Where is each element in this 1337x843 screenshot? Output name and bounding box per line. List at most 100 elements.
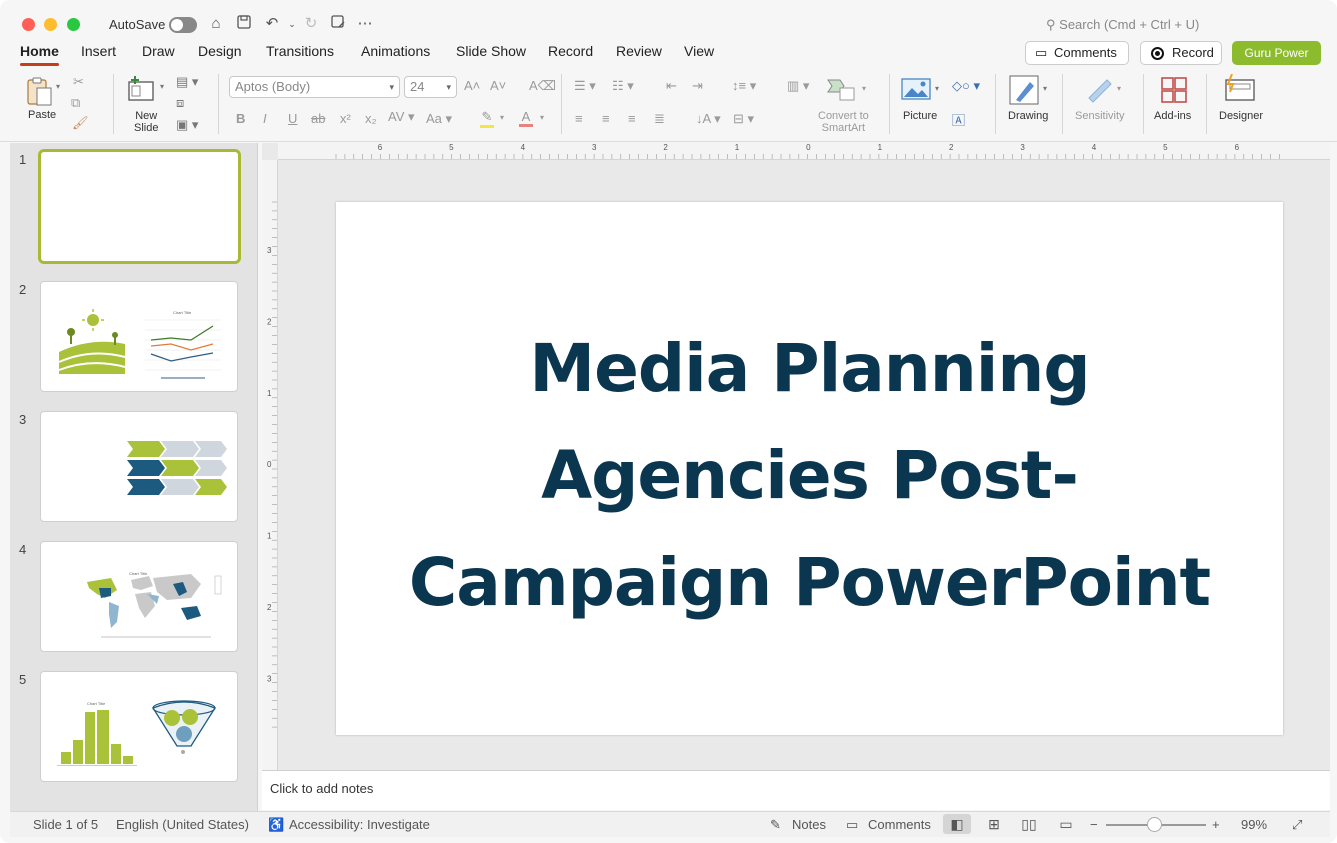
italic-icon[interactable]: I bbox=[263, 111, 267, 126]
numbering-icon[interactable]: ☷ ▾ bbox=[612, 78, 634, 94]
layout-icon[interactable]: ▤ ▾ bbox=[176, 74, 198, 90]
underline-icon[interactable]: U bbox=[288, 111, 297, 126]
current-slide-canvas[interactable]: Media Planning Agencies Post- Campaign P… bbox=[336, 202, 1283, 735]
font-color-chevron-icon[interactable]: ▾ bbox=[540, 113, 544, 122]
slide-title[interactable]: Media Planning Agencies Post- Campaign P… bbox=[336, 315, 1283, 636]
cut-icon[interactable]: ✂ bbox=[73, 74, 84, 90]
decrease-font-size-icon[interactable]: A˅ bbox=[490, 78, 506, 93]
redo-icon[interactable]: ↻ bbox=[301, 14, 321, 34]
tab-review[interactable]: Review bbox=[616, 43, 662, 59]
tab-view[interactable]: View bbox=[684, 43, 714, 59]
close-window-button[interactable] bbox=[22, 18, 35, 31]
slide-show-view-icon[interactable]: ▭ bbox=[1052, 814, 1080, 834]
copy-icon[interactable]: ⧉ bbox=[71, 95, 80, 111]
comments-icon[interactable]: ▭ bbox=[846, 817, 858, 833]
new-slide-chevron-icon[interactable]: ▾ bbox=[160, 82, 164, 91]
increase-indent-icon[interactable]: ⇥ bbox=[692, 78, 703, 94]
designer-icon[interactable] bbox=[1224, 73, 1256, 106]
picture-icon[interactable] bbox=[900, 76, 932, 104]
undo-dropdown-chevron-icon[interactable]: ⌄ bbox=[282, 14, 302, 34]
highlight-chevron-icon[interactable]: ▾ bbox=[500, 113, 504, 122]
comments-button[interactable]: ▭ Comments bbox=[1025, 41, 1129, 65]
subscript-icon[interactable]: x₂ bbox=[365, 111, 377, 126]
font-size-select[interactable]: 24 ▾ bbox=[404, 76, 457, 98]
slide-thumbnail-2[interactable]: Chart Title bbox=[40, 281, 238, 392]
zoom-in-icon[interactable]: + bbox=[1212, 817, 1220, 832]
autosave-toggle[interactable] bbox=[169, 17, 197, 33]
change-case-icon[interactable]: Aa ▾ bbox=[426, 111, 452, 127]
picture-chevron-icon[interactable]: ▾ bbox=[935, 84, 939, 93]
character-spacing-icon[interactable]: AV ▾ bbox=[388, 109, 415, 125]
guru-power-button[interactable]: Guru Power bbox=[1232, 41, 1321, 65]
superscript-icon[interactable]: x² bbox=[340, 111, 351, 126]
comments-toggle-label[interactable]: Comments bbox=[868, 817, 931, 832]
text-box-icon[interactable]: 🄰 bbox=[952, 110, 965, 129]
tab-transitions[interactable]: Transitions bbox=[266, 43, 334, 59]
minimize-window-button[interactable] bbox=[44, 18, 57, 31]
zoom-out-icon[interactable]: − bbox=[1090, 817, 1098, 832]
align-text-icon[interactable]: ⊟ ▾ bbox=[733, 111, 754, 127]
slide-thumbnail-5[interactable]: Chart Title bbox=[40, 671, 238, 782]
align-right-icon[interactable]: ≡ bbox=[628, 111, 636, 126]
save-icon[interactable] bbox=[234, 14, 254, 34]
columns-icon[interactable]: ▥ ▾ bbox=[787, 78, 809, 94]
text-direction-icon[interactable]: ↓A ▾ bbox=[696, 111, 721, 127]
font-color-icon[interactable]: A bbox=[519, 109, 533, 127]
accessibility-icon[interactable]: ♿ bbox=[268, 817, 284, 833]
paste-icon[interactable] bbox=[24, 76, 56, 108]
fit-to-window-icon[interactable]: ⤢ bbox=[1292, 817, 1302, 833]
strikethrough-icon[interactable]: ab bbox=[311, 111, 325, 126]
tab-animations[interactable]: Animations bbox=[361, 43, 430, 59]
shapes-icon[interactable]: ◇○ ▾ bbox=[952, 78, 980, 94]
bold-icon[interactable]: B bbox=[236, 111, 245, 126]
tab-insert[interactable]: Insert bbox=[81, 43, 116, 59]
zoom-slider-handle[interactable] bbox=[1147, 817, 1162, 832]
tab-slide-show[interactable]: Slide Show bbox=[456, 43, 526, 59]
search-box[interactable]: ⚲ Search (Cmd + Ctrl + U) bbox=[1046, 17, 1199, 33]
language-indicator[interactable]: English (United States) bbox=[116, 817, 249, 832]
increase-font-size-icon[interactable]: A˄ bbox=[464, 78, 480, 93]
notes-toggle-label[interactable]: Notes bbox=[792, 817, 826, 832]
slide-thumbnail-1[interactable] bbox=[38, 149, 241, 264]
section-icon[interactable]: ▣ ▾ bbox=[176, 117, 198, 133]
notes-icon[interactable]: ✎ bbox=[770, 817, 781, 833]
tab-home[interactable]: Home bbox=[20, 43, 59, 66]
align-center-icon[interactable]: ≡ bbox=[602, 111, 610, 126]
clear-formatting-icon[interactable]: A⌫ bbox=[529, 78, 556, 94]
normal-view-icon[interactable]: ◧ bbox=[943, 814, 971, 834]
record-button[interactable]: Record bbox=[1140, 41, 1222, 65]
slide-thumbnail-4[interactable]: Chart Title bbox=[40, 541, 238, 652]
tab-design[interactable]: Design bbox=[198, 43, 242, 59]
reset-slide-icon[interactable]: ⧈ bbox=[176, 95, 184, 111]
zoom-level[interactable]: 99% bbox=[1241, 817, 1267, 832]
align-left-icon[interactable]: ≡ bbox=[575, 111, 583, 126]
more-options-icon[interactable]: ⋯ bbox=[355, 14, 375, 34]
tab-record[interactable]: Record bbox=[548, 43, 593, 59]
notes-pane[interactable]: Click to add notes bbox=[262, 770, 1330, 810]
home-icon[interactable]: ⌂ bbox=[206, 14, 226, 34]
decrease-indent-icon[interactable]: ⇤ bbox=[666, 78, 677, 94]
bullets-icon[interactable]: ☰ ▾ bbox=[574, 78, 596, 94]
justify-icon[interactable]: ≣ bbox=[654, 111, 665, 127]
font-name-select[interactable]: Aptos (Body) ▾ bbox=[229, 76, 400, 98]
slide-thumbnail-3[interactable] bbox=[40, 411, 238, 522]
maximize-window-button[interactable] bbox=[67, 18, 80, 31]
reading-view-icon[interactable]: ▯▯ bbox=[1015, 814, 1043, 834]
paste-chevron-icon[interactable]: ▾ bbox=[56, 82, 60, 91]
sensitivity-chevron-icon[interactable]: ▾ bbox=[1117, 84, 1121, 93]
accessibility-status[interactable]: Accessibility: Investigate bbox=[289, 817, 430, 832]
tab-draw[interactable]: Draw bbox=[142, 43, 175, 59]
save-as-icon[interactable] bbox=[328, 14, 348, 34]
line-spacing-icon[interactable]: ↕≡ ▾ bbox=[732, 78, 756, 94]
drawing-icon[interactable] bbox=[1007, 74, 1041, 106]
add-ins-icon[interactable] bbox=[1159, 76, 1189, 106]
smartart-chevron-icon[interactable]: ▾ bbox=[862, 84, 866, 93]
highlight-color-icon[interactable]: ✎ bbox=[480, 109, 494, 128]
smartart-icon[interactable] bbox=[826, 76, 858, 102]
drawing-chevron-icon[interactable]: ▾ bbox=[1043, 84, 1047, 93]
slide-sorter-view-icon[interactable]: ⊞ bbox=[980, 814, 1008, 834]
format-painter-icon[interactable]: 🖌 bbox=[72, 115, 89, 131]
new-slide-icon[interactable] bbox=[126, 74, 156, 104]
undo-icon[interactable]: ↶ bbox=[262, 14, 282, 34]
sensitivity-icon[interactable] bbox=[1085, 74, 1115, 104]
